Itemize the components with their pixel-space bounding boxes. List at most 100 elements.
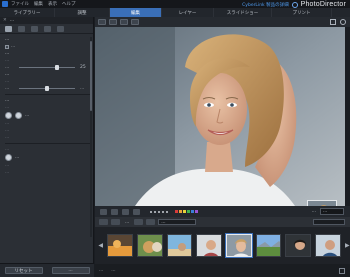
- filmstrip-filter-bar: ... ...: [95, 217, 350, 227]
- tool-row: [0, 24, 93, 34]
- color-label-yellow[interactable]: [183, 210, 186, 213]
- status-bar: ... ...: [95, 264, 350, 277]
- color-label-purple[interactable]: [195, 210, 198, 213]
- slider1-track[interactable]: [19, 65, 75, 70]
- slider2-track[interactable]: [19, 86, 75, 91]
- sub2-desc: ...: [5, 79, 10, 84]
- slider1-knob[interactable]: [55, 65, 60, 70]
- app-name: PhotoDirector: [300, 1, 346, 8]
- apply-button[interactable]: ...: [51, 267, 90, 274]
- section1-title: ...: [5, 37, 10, 42]
- teeth-tool-icon[interactable]: [44, 25, 51, 32]
- brush-row: ...: [5, 111, 90, 120]
- main-photo[interactable]: [95, 27, 345, 206]
- color-label-green[interactable]: [187, 210, 190, 213]
- filmstrip-search-input[interactable]: [313, 219, 345, 225]
- brush2-row: ...: [5, 153, 90, 162]
- rotate-right-button[interactable]: [111, 208, 118, 215]
- brush-row-3: ...: [5, 135, 10, 140]
- filmstrip-next-arrow[interactable]: ▶: [345, 234, 350, 258]
- sub2-title: ...: [5, 72, 10, 77]
- section2-desc: ...: [5, 105, 10, 110]
- slider1-label: ...: [5, 65, 10, 70]
- filter-rating-button[interactable]: [146, 219, 156, 225]
- filmstrip-thumb[interactable]: [314, 234, 341, 257]
- photodirector-logo-icon: [291, 1, 298, 8]
- tab-spacer: [332, 8, 350, 17]
- filmstrip-prev-arrow[interactable]: ◀: [98, 234, 103, 258]
- divider: [5, 94, 90, 95]
- fullscreen-button[interactable]: [131, 19, 139, 25]
- brush-row-2: ...: [5, 128, 10, 133]
- pick-flag-button[interactable]: [133, 208, 140, 215]
- tab-layers[interactable]: レイヤー: [162, 8, 214, 17]
- filmstrip-thumb[interactable]: [196, 234, 223, 257]
- slider2-value: ...: [80, 86, 85, 91]
- rotate-left-button[interactable]: [100, 208, 107, 215]
- filmstrip-thumb-selected[interactable]: [226, 234, 252, 257]
- reject-flag-button[interactable]: [122, 208, 129, 215]
- color-label-orange[interactable]: [179, 210, 182, 213]
- menu-bar: ファイル 編集 表示 ヘルプ: [11, 1, 76, 7]
- fullscreen-icon[interactable]: [339, 267, 345, 274]
- sub1-title: ...: [5, 51, 10, 56]
- brush-title: ...: [25, 113, 30, 118]
- reset-button[interactable]: リセット: [4, 267, 43, 274]
- scrollbar-thumb[interactable]: [90, 41, 92, 111]
- compare-button[interactable]: [109, 19, 117, 25]
- panel-scrollbar[interactable]: [90, 37, 92, 237]
- view-mode-button[interactable]: [98, 19, 106, 25]
- split-view-button[interactable]: [120, 19, 128, 25]
- filter-label: ...: [125, 219, 130, 225]
- filter-select[interactable]: ...: [158, 219, 197, 225]
- tab-slideshow[interactable]: スライドショー: [214, 8, 272, 17]
- color-label-blue[interactable]: [191, 210, 194, 213]
- tab-library[interactable]: ライブラリー: [0, 8, 55, 17]
- brush-erase-button[interactable]: [15, 112, 22, 119]
- filmstrip-thumb[interactable]: [166, 234, 193, 257]
- filter-grid-button[interactable]: [99, 219, 108, 225]
- filmstrip-thumb[interactable]: [285, 234, 311, 257]
- brush2-row-2: ...: [5, 170, 10, 175]
- section3-desc: ...: [5, 147, 10, 152]
- zoom-select[interactable]: ...: [320, 208, 344, 215]
- search-icon[interactable]: [340, 19, 346, 25]
- menu-help[interactable]: ヘルプ: [62, 1, 76, 7]
- color-label-red[interactable]: [175, 210, 178, 213]
- tab-edit[interactable]: 編集: [110, 8, 162, 17]
- brush-row-1: ...: [5, 121, 10, 126]
- option-checkbox[interactable]: [5, 44, 9, 49]
- close-icon[interactable]: ✕: [3, 18, 7, 23]
- zoom-label: ...: [311, 209, 316, 214]
- color-labels[interactable]: [175, 210, 198, 213]
- section2-title: ...: [5, 98, 10, 103]
- left-panel: ✕ ... ... ... ... ... ... 25 ... ... ...…: [0, 17, 94, 267]
- tab-adjust[interactable]: 調整: [55, 8, 110, 17]
- option-row[interactable]: ...: [5, 43, 90, 50]
- slider2-knob[interactable]: [45, 86, 49, 91]
- brush2-button[interactable]: [5, 154, 12, 161]
- search-box-icon[interactable]: [330, 19, 336, 25]
- menu-file[interactable]: ファイル: [11, 1, 29, 7]
- brand-area: CyberLink 製品の詳細 PhotoDirector: [242, 1, 346, 8]
- tab-print[interactable]: プリント: [272, 8, 332, 17]
- filter-flag-button[interactable]: [134, 219, 144, 225]
- brush-add-button[interactable]: [5, 112, 12, 119]
- more-tool-icon[interactable]: [57, 25, 64, 32]
- menu-edit[interactable]: 編集: [34, 1, 43, 7]
- wrinkle-tool-icon[interactable]: [5, 25, 12, 32]
- eye-tool-icon[interactable]: [18, 25, 25, 32]
- filmstrip-thumb[interactable]: [137, 234, 163, 257]
- menu-view[interactable]: 表示: [48, 1, 57, 7]
- filter-list-button[interactable]: [111, 219, 120, 225]
- left-panel-footer: リセット ...: [0, 263, 94, 277]
- slider2-row: ... ...: [5, 85, 90, 92]
- slider1-value: 25: [80, 65, 86, 70]
- brush2-title: ...: [15, 155, 20, 160]
- filmstrip-thumb[interactable]: [107, 234, 134, 257]
- slider2-label: ...: [5, 86, 10, 91]
- rating-dots[interactable]: [150, 210, 168, 213]
- product-info-link[interactable]: CyberLink 製品の詳細: [242, 2, 288, 8]
- filmstrip-thumb[interactable]: [255, 234, 282, 257]
- eye-bag-tool-icon[interactable]: [31, 25, 38, 32]
